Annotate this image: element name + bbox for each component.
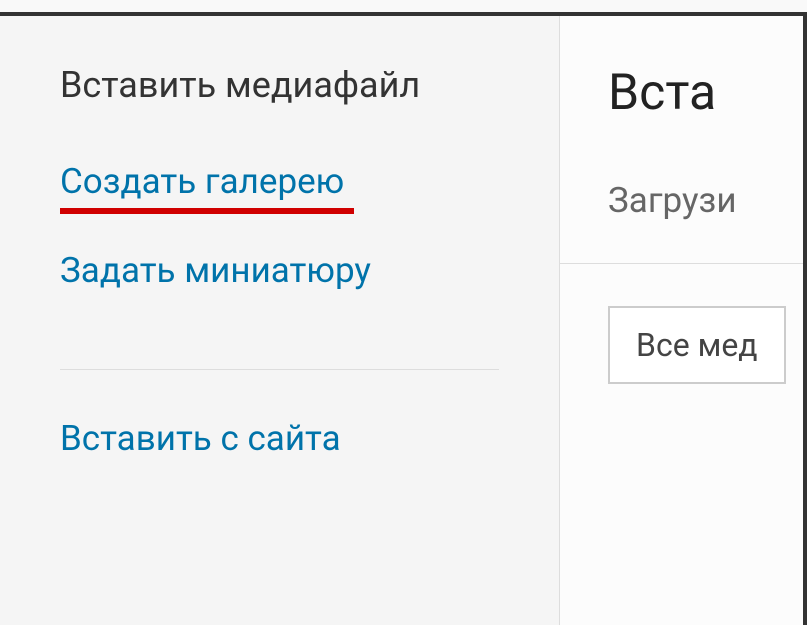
sidebar-item-label: Создать галерею [60,161,344,202]
sidebar-divider [60,369,499,370]
main-subheading: Загрузи [608,180,803,221]
filter-select-label: Все мед [636,326,758,364]
sidebar: Вставить медиафайл Создать галерею Задат… [0,16,560,625]
sidebar-item-insert-from-url[interactable]: Вставить с сайта [60,418,341,459]
sidebar-item-label: Вставить с сайта [60,418,341,459]
main-panel: Вста Загрузи Все мед [560,16,803,625]
sidebar-item-create-gallery[interactable]: Создать галерею [60,161,344,202]
main-divider [560,263,803,264]
media-modal: Вставить медиафайл Создать галерею Задат… [0,12,807,625]
sidebar-item-set-thumbnail[interactable]: Задать миниатюру [60,250,371,291]
main-heading: Вста [608,64,803,122]
media-filter-select[interactable]: Все мед [608,306,786,384]
sidebar-title: Вставить медиафайл [60,64,499,106]
sidebar-item-label: Задать миниатюру [60,250,371,291]
